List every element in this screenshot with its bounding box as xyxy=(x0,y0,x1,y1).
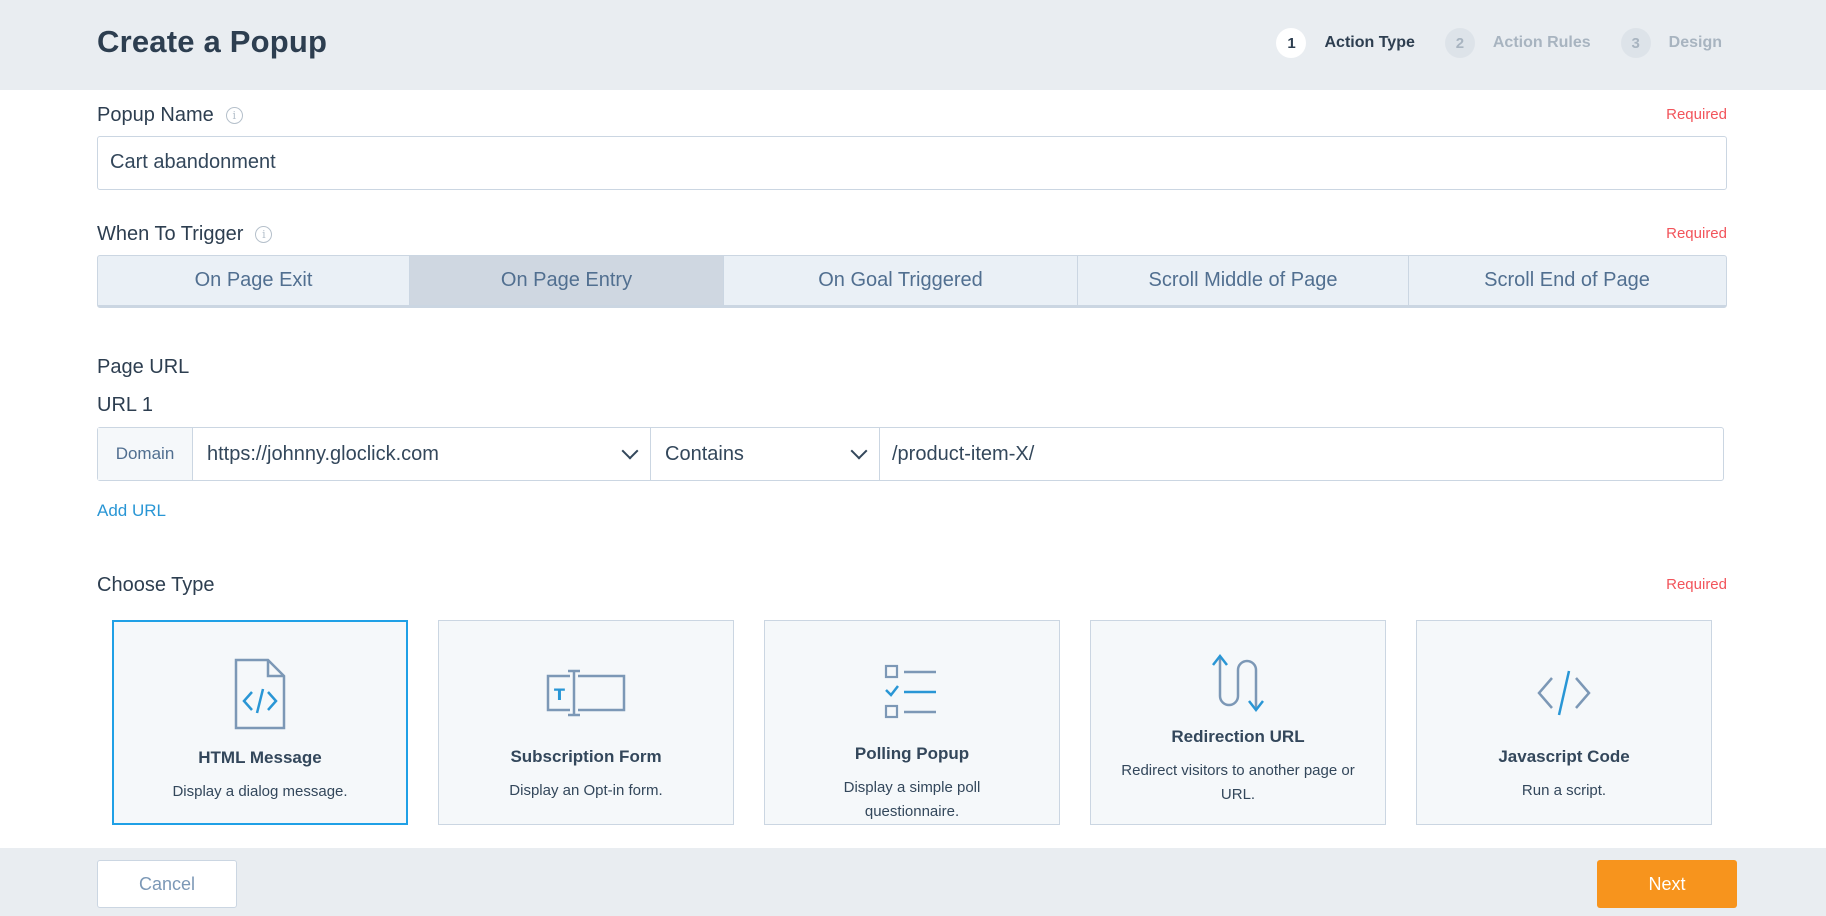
domain-select[interactable]: https://johnny.gloclick.com xyxy=(193,428,651,480)
page-title: Create a Popup xyxy=(97,24,328,59)
type-card-subscription-form[interactable]: T Subscription Form Display an Opt-in fo… xyxy=(438,620,734,825)
card-title: Redirection URL xyxy=(1171,727,1305,746)
code-brackets-icon xyxy=(1524,653,1604,733)
choose-type-label: Choose Type xyxy=(97,574,215,596)
step-label: Action Type xyxy=(1324,34,1415,51)
type-cards: HTML Message Display a dialog message. T… xyxy=(112,620,1712,825)
trigger-option-page-entry[interactable]: On Page Entry xyxy=(410,256,724,305)
card-title: HTML Message xyxy=(198,748,322,767)
chevron-down-icon xyxy=(621,442,639,460)
trigger-label-text: When To Trigger xyxy=(97,223,244,245)
info-icon[interactable]: i xyxy=(225,107,243,124)
card-description: Run a script. xyxy=(1521,782,1607,799)
info-icon[interactable]: i xyxy=(255,226,273,243)
url-path-input[interactable]: /product-item-X/ xyxy=(880,428,1723,480)
popup-name-label-text: Popup Name xyxy=(97,104,214,126)
html-file-icon xyxy=(220,654,300,734)
add-url-link[interactable]: Add URL xyxy=(97,501,166,521)
match-type-select[interactable]: Contains xyxy=(651,428,880,480)
footer-bar: Cancel Next xyxy=(0,848,1826,916)
trigger-label: When To Trigger i xyxy=(97,223,273,246)
trigger-option-page-exit[interactable]: On Page Exit xyxy=(98,256,410,305)
popup-name-input[interactable]: Cart abandonment xyxy=(97,136,1727,190)
trigger-segmented-control: On Page Exit On Page Entry On Goal Trigg… xyxy=(97,255,1727,308)
page-url-label: Page URL xyxy=(97,356,190,378)
trigger-option-goal-triggered[interactable]: On Goal Triggered xyxy=(724,256,1078,305)
redirect-arrows-icon xyxy=(1198,643,1278,723)
chevron-down-icon xyxy=(850,442,868,460)
choose-type-required: Required xyxy=(1666,576,1727,593)
trigger-required: Required xyxy=(1666,225,1727,242)
card-description: Display a simple poll questionnaire. xyxy=(843,779,981,820)
trigger-option-scroll-end[interactable]: Scroll End of Page xyxy=(1409,256,1725,305)
url-1-label: URL 1 xyxy=(97,394,153,416)
url-rule-row: Domain https://johnny.gloclick.com Conta… xyxy=(97,427,1724,481)
domain-select-value: https://johnny.gloclick.com xyxy=(207,442,439,465)
type-card-html-message[interactable]: HTML Message Display a dialog message. xyxy=(112,620,408,825)
step-design[interactable]: 3 Design xyxy=(1620,28,1722,58)
step-label: Action Rules xyxy=(1492,34,1591,51)
card-description: Redirect visitors to another page or URL… xyxy=(1121,762,1355,803)
step-action-type[interactable]: 1 Action Type xyxy=(1276,28,1415,58)
wizard-steps: 1 Action Type 2 Action Rules 3 Design xyxy=(1246,28,1722,58)
card-description: Display a dialog message. xyxy=(172,783,348,800)
card-title: Polling Popup xyxy=(854,744,970,763)
card-title: Javascript Code xyxy=(1498,747,1630,766)
step-action-rules[interactable]: 2 Action Rules xyxy=(1444,28,1591,58)
trigger-option-scroll-middle[interactable]: Scroll Middle of Page xyxy=(1078,256,1409,305)
step-number: 3 xyxy=(1620,28,1651,58)
popup-name-required: Required xyxy=(1666,106,1727,123)
card-description: Display an Opt-in form. xyxy=(509,782,663,799)
cancel-button[interactable]: Cancel xyxy=(97,860,237,908)
url-prefix-domain: Domain xyxy=(98,428,193,480)
svg-text:T: T xyxy=(554,685,565,704)
type-card-redirection-url[interactable]: Redirection URL Redirect visitors to ano… xyxy=(1090,620,1386,825)
checklist-icon xyxy=(872,653,952,730)
step-label: Design xyxy=(1668,34,1722,51)
type-card-javascript-code[interactable]: Javascript Code Run a script. xyxy=(1416,620,1712,825)
form-field-icon: T xyxy=(546,653,626,733)
step-number: 1 xyxy=(1276,28,1307,58)
type-card-polling-popup[interactable]: Polling Popup Display a simple poll ques… xyxy=(764,620,1060,825)
step-number: 2 xyxy=(1444,28,1475,58)
popup-name-label: Popup Name i xyxy=(97,104,243,127)
match-type-value: Contains xyxy=(665,442,744,465)
card-title: Subscription Form xyxy=(510,747,662,766)
header-bar: Create a Popup 1 Action Type 2 Action Ru… xyxy=(0,0,1826,90)
next-button[interactable]: Next xyxy=(1597,860,1737,908)
